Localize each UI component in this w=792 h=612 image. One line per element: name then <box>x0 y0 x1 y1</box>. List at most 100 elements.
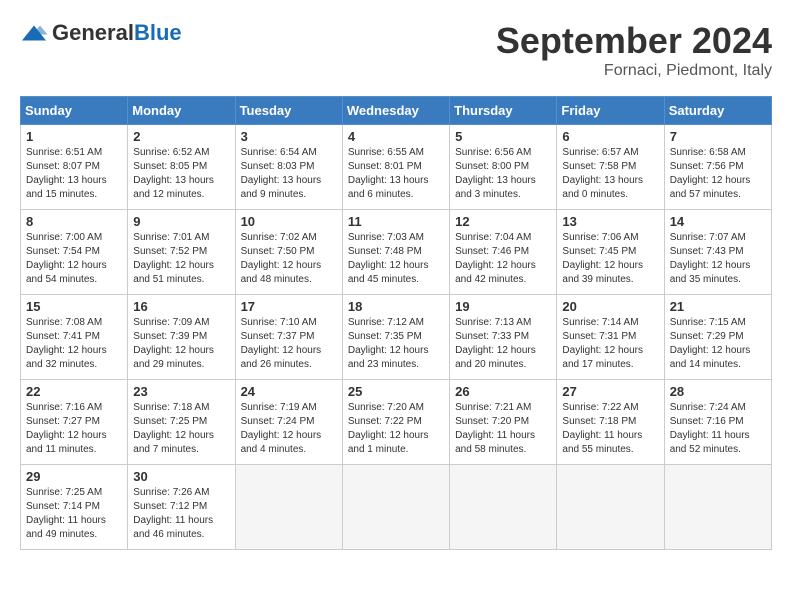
calendar-cell <box>557 465 664 550</box>
cell-info: Sunrise: 7:22 AM Sunset: 7:18 PM Dayligh… <box>562 401 658 457</box>
calendar-cell: 8 Sunrise: 7:00 AM Sunset: 7:54 PM Dayli… <box>21 210 128 295</box>
day-number: 22 <box>26 384 122 399</box>
cell-info: Sunrise: 6:56 AM Sunset: 8:00 PM Dayligh… <box>455 146 551 202</box>
cell-info: Sunrise: 7:14 AM Sunset: 7:31 PM Dayligh… <box>562 316 658 372</box>
cell-info: Sunrise: 6:54 AM Sunset: 8:03 PM Dayligh… <box>241 146 337 202</box>
calendar-cell: 1 Sunrise: 6:51 AM Sunset: 8:07 PM Dayli… <box>21 125 128 210</box>
week-row-4: 22 Sunrise: 7:16 AM Sunset: 7:27 PM Dayl… <box>21 380 772 465</box>
calendar-cell: 4 Sunrise: 6:55 AM Sunset: 8:01 PM Dayli… <box>342 125 449 210</box>
logo-text: GeneralBlue <box>52 20 182 46</box>
calendar-cell: 3 Sunrise: 6:54 AM Sunset: 8:03 PM Dayli… <box>235 125 342 210</box>
calendar-cell: 16 Sunrise: 7:09 AM Sunset: 7:39 PM Dayl… <box>128 295 235 380</box>
calendar-cell <box>342 465 449 550</box>
calendar-cell: 28 Sunrise: 7:24 AM Sunset: 7:16 PM Dayl… <box>664 380 771 465</box>
calendar-cell: 19 Sunrise: 7:13 AM Sunset: 7:33 PM Dayl… <box>450 295 557 380</box>
cell-info: Sunrise: 7:06 AM Sunset: 7:45 PM Dayligh… <box>562 231 658 287</box>
day-number: 1 <box>26 129 122 144</box>
header-saturday: Saturday <box>664 97 771 125</box>
cell-info: Sunrise: 7:08 AM Sunset: 7:41 PM Dayligh… <box>26 316 122 372</box>
day-number: 28 <box>670 384 766 399</box>
day-number: 17 <box>241 299 337 314</box>
header-thursday: Thursday <box>450 97 557 125</box>
day-number: 18 <box>348 299 444 314</box>
cell-info: Sunrise: 7:26 AM Sunset: 7:12 PM Dayligh… <box>133 486 229 542</box>
calendar-cell: 7 Sunrise: 6:58 AM Sunset: 7:56 PM Dayli… <box>664 125 771 210</box>
cell-info: Sunrise: 7:04 AM Sunset: 7:46 PM Dayligh… <box>455 231 551 287</box>
cell-info: Sunrise: 7:07 AM Sunset: 7:43 PM Dayligh… <box>670 231 766 287</box>
day-number: 4 <box>348 129 444 144</box>
cell-info: Sunrise: 7:25 AM Sunset: 7:14 PM Dayligh… <box>26 486 122 542</box>
header-wednesday: Wednesday <box>342 97 449 125</box>
cell-info: Sunrise: 6:58 AM Sunset: 7:56 PM Dayligh… <box>670 146 766 202</box>
calendar-cell <box>450 465 557 550</box>
cell-info: Sunrise: 7:16 AM Sunset: 7:27 PM Dayligh… <box>26 401 122 457</box>
calendar-cell: 13 Sunrise: 7:06 AM Sunset: 7:45 PM Dayl… <box>557 210 664 295</box>
cell-info: Sunrise: 6:51 AM Sunset: 8:07 PM Dayligh… <box>26 146 122 202</box>
calendar-cell: 17 Sunrise: 7:10 AM Sunset: 7:37 PM Dayl… <box>235 295 342 380</box>
day-number: 7 <box>670 129 766 144</box>
day-number: 5 <box>455 129 551 144</box>
week-row-1: 1 Sunrise: 6:51 AM Sunset: 8:07 PM Dayli… <box>21 125 772 210</box>
day-number: 20 <box>562 299 658 314</box>
calendar-cell: 18 Sunrise: 7:12 AM Sunset: 7:35 PM Dayl… <box>342 295 449 380</box>
cell-info: Sunrise: 7:24 AM Sunset: 7:16 PM Dayligh… <box>670 401 766 457</box>
calendar-cell: 6 Sunrise: 6:57 AM Sunset: 7:58 PM Dayli… <box>557 125 664 210</box>
cell-info: Sunrise: 7:10 AM Sunset: 7:37 PM Dayligh… <box>241 316 337 372</box>
cell-info: Sunrise: 6:52 AM Sunset: 8:05 PM Dayligh… <box>133 146 229 202</box>
calendar-cell <box>664 465 771 550</box>
day-number: 25 <box>348 384 444 399</box>
month-title: September 2024 <box>496 20 772 62</box>
calendar-cell: 11 Sunrise: 7:03 AM Sunset: 7:48 PM Dayl… <box>342 210 449 295</box>
general-blue-logo-icon <box>20 24 48 42</box>
location: Fornaci, Piedmont, Italy <box>496 62 772 80</box>
day-number: 26 <box>455 384 551 399</box>
calendar-cell: 25 Sunrise: 7:20 AM Sunset: 7:22 PM Dayl… <box>342 380 449 465</box>
calendar-cell: 2 Sunrise: 6:52 AM Sunset: 8:05 PM Dayli… <box>128 125 235 210</box>
calendar-cell: 23 Sunrise: 7:18 AM Sunset: 7:25 PM Dayl… <box>128 380 235 465</box>
day-number: 19 <box>455 299 551 314</box>
week-row-3: 15 Sunrise: 7:08 AM Sunset: 7:41 PM Dayl… <box>21 295 772 380</box>
day-number: 9 <box>133 214 229 229</box>
day-number: 14 <box>670 214 766 229</box>
cell-info: Sunrise: 7:21 AM Sunset: 7:20 PM Dayligh… <box>455 401 551 457</box>
page-header: GeneralBlue September 2024 Fornaci, Pied… <box>20 20 772 80</box>
header-monday: Monday <box>128 97 235 125</box>
calendar-cell: 26 Sunrise: 7:21 AM Sunset: 7:20 PM Dayl… <box>450 380 557 465</box>
calendar-cell: 20 Sunrise: 7:14 AM Sunset: 7:31 PM Dayl… <box>557 295 664 380</box>
header-tuesday: Tuesday <box>235 97 342 125</box>
day-number: 2 <box>133 129 229 144</box>
day-number: 27 <box>562 384 658 399</box>
calendar-cell: 22 Sunrise: 7:16 AM Sunset: 7:27 PM Dayl… <box>21 380 128 465</box>
calendar-cell: 24 Sunrise: 7:19 AM Sunset: 7:24 PM Dayl… <box>235 380 342 465</box>
cell-info: Sunrise: 6:57 AM Sunset: 7:58 PM Dayligh… <box>562 146 658 202</box>
week-row-5: 29 Sunrise: 7:25 AM Sunset: 7:14 PM Dayl… <box>21 465 772 550</box>
cell-info: Sunrise: 7:09 AM Sunset: 7:39 PM Dayligh… <box>133 316 229 372</box>
day-number: 23 <box>133 384 229 399</box>
calendar-cell: 29 Sunrise: 7:25 AM Sunset: 7:14 PM Dayl… <box>21 465 128 550</box>
day-number: 15 <box>26 299 122 314</box>
calendar-cell: 21 Sunrise: 7:15 AM Sunset: 7:29 PM Dayl… <box>664 295 771 380</box>
calendar-cell: 27 Sunrise: 7:22 AM Sunset: 7:18 PM Dayl… <box>557 380 664 465</box>
header-sunday: Sunday <box>21 97 128 125</box>
calendar-cell: 5 Sunrise: 6:56 AM Sunset: 8:00 PM Dayli… <box>450 125 557 210</box>
cell-info: Sunrise: 7:13 AM Sunset: 7:33 PM Dayligh… <box>455 316 551 372</box>
cell-info: Sunrise: 7:00 AM Sunset: 7:54 PM Dayligh… <box>26 231 122 287</box>
calendar-table: Sunday Monday Tuesday Wednesday Thursday… <box>20 96 772 550</box>
cell-info: Sunrise: 7:03 AM Sunset: 7:48 PM Dayligh… <box>348 231 444 287</box>
weekday-header-row: Sunday Monday Tuesday Wednesday Thursday… <box>21 97 772 125</box>
day-number: 6 <box>562 129 658 144</box>
cell-info: Sunrise: 7:18 AM Sunset: 7:25 PM Dayligh… <box>133 401 229 457</box>
day-number: 12 <box>455 214 551 229</box>
cell-info: Sunrise: 7:12 AM Sunset: 7:35 PM Dayligh… <box>348 316 444 372</box>
calendar-cell <box>235 465 342 550</box>
cell-info: Sunrise: 6:55 AM Sunset: 8:01 PM Dayligh… <box>348 146 444 202</box>
calendar-cell: 14 Sunrise: 7:07 AM Sunset: 7:43 PM Dayl… <box>664 210 771 295</box>
calendar-cell: 15 Sunrise: 7:08 AM Sunset: 7:41 PM Dayl… <box>21 295 128 380</box>
day-number: 8 <box>26 214 122 229</box>
day-number: 3 <box>241 129 337 144</box>
cell-info: Sunrise: 7:19 AM Sunset: 7:24 PM Dayligh… <box>241 401 337 457</box>
week-row-2: 8 Sunrise: 7:00 AM Sunset: 7:54 PM Dayli… <box>21 210 772 295</box>
logo: GeneralBlue <box>20 20 182 46</box>
title-block: September 2024 Fornaci, Piedmont, Italy <box>496 20 772 80</box>
day-number: 11 <box>348 214 444 229</box>
